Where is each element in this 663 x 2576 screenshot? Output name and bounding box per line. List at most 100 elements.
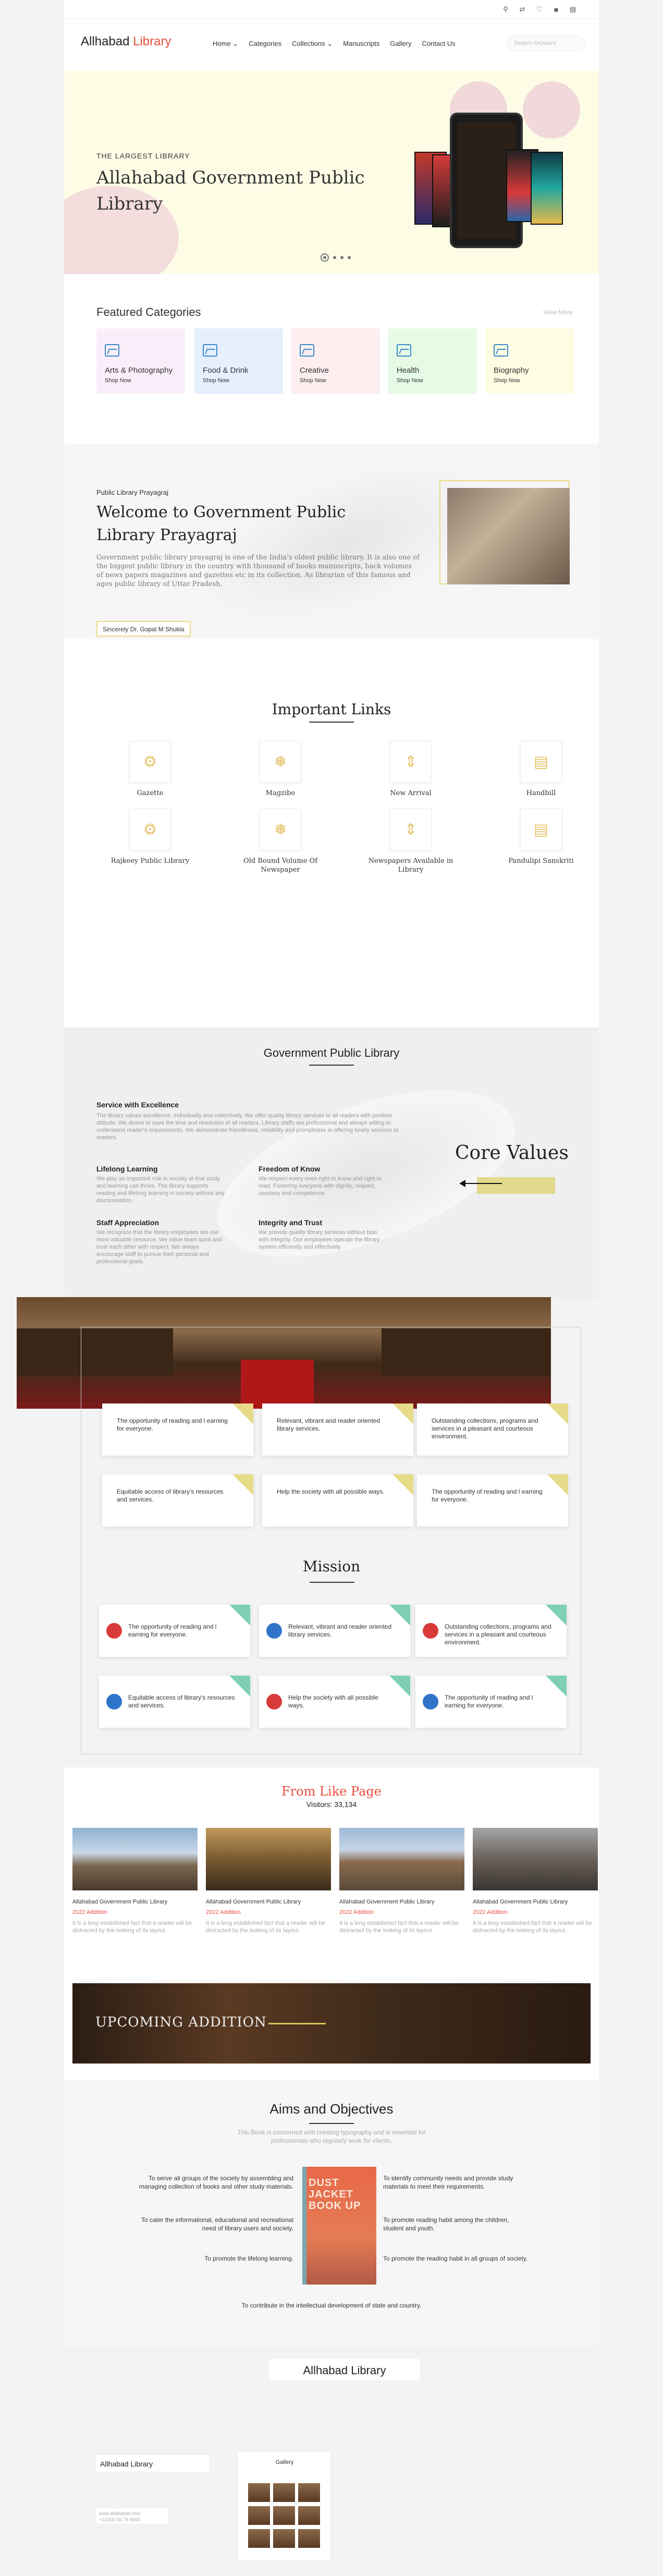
core-text: We recognize that the library employees … <box>96 1229 222 1265</box>
footer-gallery: Gallery <box>237 2451 331 2561</box>
nav-manuscripts[interactable]: Manuscripts <box>343 40 379 48</box>
category-card[interactable]: Food & Drink Shop Now <box>194 328 283 394</box>
footer-email[interactable]: www.allahabad.com <box>99 2511 141 2516</box>
news-card[interactable]: Allahabad Government Public Library 2022… <box>206 1828 331 1934</box>
upcoming-banner[interactable]: UPCOMING ADDITION <box>72 1983 591 2064</box>
link-handbill[interactable]: ▤ Handbill <box>497 741 585 798</box>
gallery-thumb[interactable] <box>248 2529 270 2548</box>
mission-icon <box>423 1694 438 1710</box>
core-heading: Staff Appreciation <box>96 1218 159 1227</box>
link-rajkeey[interactable]: ⚙ Rajkeey Public Library <box>106 809 194 865</box>
visitor-count: Visitors: 33,134 <box>306 1800 357 1809</box>
gallery-thumb[interactable] <box>248 2483 270 2502</box>
category-card[interactable]: Health Shop Now <box>388 328 477 394</box>
footer-phone[interactable]: +1(234) 56 78 9000 <box>99 2517 140 2522</box>
footer-title: Allhabad Library <box>268 2358 421 2381</box>
user-icon[interactable]: ☻ <box>551 5 561 14</box>
news-card[interactable]: Allahabad Government Public Library 2022… <box>473 1828 598 1934</box>
shop-now-link[interactable]: Shop Now <box>494 377 520 384</box>
link-magazine[interactable]: ❅ Magzibe <box>236 741 325 798</box>
nav-contact[interactable]: Contact Us <box>422 40 455 48</box>
section-title: Important Links <box>272 701 391 718</box>
gallery-thumb[interactable] <box>298 2529 320 2548</box>
shop-now-link[interactable]: Shop Now <box>203 377 229 384</box>
link-gazette[interactable]: ⚙ Gazette <box>106 741 194 798</box>
category-name: Creative <box>300 366 329 375</box>
shop-now-link[interactable]: Shop Now <box>105 377 131 384</box>
section-title: Featured Categories <box>96 306 201 319</box>
news-card[interactable]: Allahabad Government Public Library 2022… <box>339 1828 464 1934</box>
slider-dot[interactable] <box>321 253 329 262</box>
shop-now-link[interactable]: Shop Now <box>397 377 423 384</box>
highlight-bar <box>477 1177 555 1194</box>
location-icon[interactable]: ⚲ <box>501 5 510 14</box>
signature-badge: Sincerely Dr. Gopal M Shukla <box>96 621 191 637</box>
aim-item: To identify community needs and provide … <box>383 2175 513 2190</box>
mission-card: The opportunity of reading and l earning… <box>99 1605 250 1657</box>
category-card[interactable]: Biography Shop Now <box>485 328 574 394</box>
value-card: Relevant, vibrant and reader oriented li… <box>262 1403 413 1456</box>
aim-item: To promote the lifelong learning. <box>204 2255 293 2262</box>
feather-watermark <box>196 1056 537 1291</box>
mission-card: Help the society with all possible ways. <box>259 1676 410 1728</box>
nav-collections[interactable]: Collections ⌄ <box>292 40 333 48</box>
slider-dot[interactable] <box>333 256 336 259</box>
nav-home[interactable]: Home ⌄ <box>213 40 238 48</box>
aims-section: Aims and Objectives This Book is concern… <box>64 2080 599 2346</box>
welcome-eyebrow: Public Library Prayagraj <box>96 489 169 496</box>
slider-dots[interactable] <box>321 253 351 262</box>
category-card[interactable]: Creative Shop Now <box>291 328 380 394</box>
gallery-thumb[interactable] <box>273 2529 295 2548</box>
section-title: From Like Page <box>281 1784 382 1799</box>
category-card[interactable]: Arts & Photography Shop Now <box>96 328 185 394</box>
book-cover-image <box>531 152 563 225</box>
link-pandulipi[interactable]: ▤ Pandulipi Sanskriti <box>497 809 585 865</box>
nav-categories[interactable]: Categories <box>249 40 281 48</box>
welcome-text: Government public library prayagraj is o… <box>96 554 420 588</box>
main-nav: Home ⌄ Categories Collections ⌄ Manuscri… <box>213 40 456 48</box>
top-bar: ⚲ ⇄ ♡ ☻ ▤ <box>64 0 599 19</box>
title-divider <box>309 2123 354 2124</box>
mission-icon <box>266 1694 282 1710</box>
upcoming-underline <box>268 2023 326 2024</box>
link-newspapers[interactable]: ⇕ Newspapers Available in Library <box>366 809 455 874</box>
mission-title: Mission <box>302 1558 361 1575</box>
slider-dot[interactable] <box>340 256 343 259</box>
news-card[interactable]: Allahabad Government Public Library 2022… <box>72 1828 198 1934</box>
core-text: We play an important role in society at … <box>96 1176 225 1204</box>
link-old-bound[interactable]: ❅ Old Bound Volume Of Newspaper <box>236 809 325 874</box>
aim-item: To cater the informational, educational … <box>141 2216 293 2232</box>
value-card: Help the society with all possible ways. <box>262 1474 413 1527</box>
gallery-thumb[interactable] <box>248 2506 270 2525</box>
book-icon[interactable]: ▤ <box>568 5 578 14</box>
manuscript-icon: ▤ <box>520 809 562 850</box>
shop-now-link[interactable]: Shop Now <box>300 377 326 384</box>
gallery-thumb[interactable] <box>298 2506 320 2525</box>
image-icon <box>494 344 508 357</box>
gazette-icon: ⚙ <box>129 741 171 783</box>
heart-icon[interactable]: ♡ <box>535 5 544 14</box>
image-icon <box>397 344 411 357</box>
footer-brand-box: Allhabad Library <box>95 2455 210 2472</box>
share-icon[interactable]: ⇄ <box>518 5 527 14</box>
link-new-arrival[interactable]: ⇕ New Arrival <box>366 741 455 798</box>
section-title: Government Public Library <box>263 1046 400 1059</box>
title-divider <box>309 722 354 723</box>
like-page-section: From Like Page Visitors: 33,134 Allahaba… <box>64 1767 599 2080</box>
search-input[interactable]: Search Keyword <box>507 35 585 51</box>
card-image <box>473 1828 598 1890</box>
gallery-title: Gallery <box>275 2459 294 2465</box>
slider-dot[interactable] <box>348 256 351 259</box>
core-text: We provide quality library services with… <box>259 1229 380 1250</box>
gallery-thumb[interactable] <box>273 2483 295 2502</box>
category-name: Food & Drink <box>203 366 249 375</box>
nav-gallery[interactable]: Gallery <box>390 40 411 48</box>
site-logo[interactable]: Allhabad Library <box>81 34 171 49</box>
footer-contact-box: www.allahabad.com +1(234) 56 78 9000 <box>95 2508 168 2524</box>
gallery-thumb[interactable] <box>298 2483 320 2502</box>
welcome-title: Welcome to Government Public Library Pra… <box>96 503 346 544</box>
value-card: Outstanding collections, programs and se… <box>417 1403 568 1456</box>
gallery-thumb[interactable] <box>273 2506 295 2525</box>
view-more-link[interactable]: View More <box>544 309 573 316</box>
footer-brand[interactable]: Allhabad Library <box>100 2460 153 2468</box>
